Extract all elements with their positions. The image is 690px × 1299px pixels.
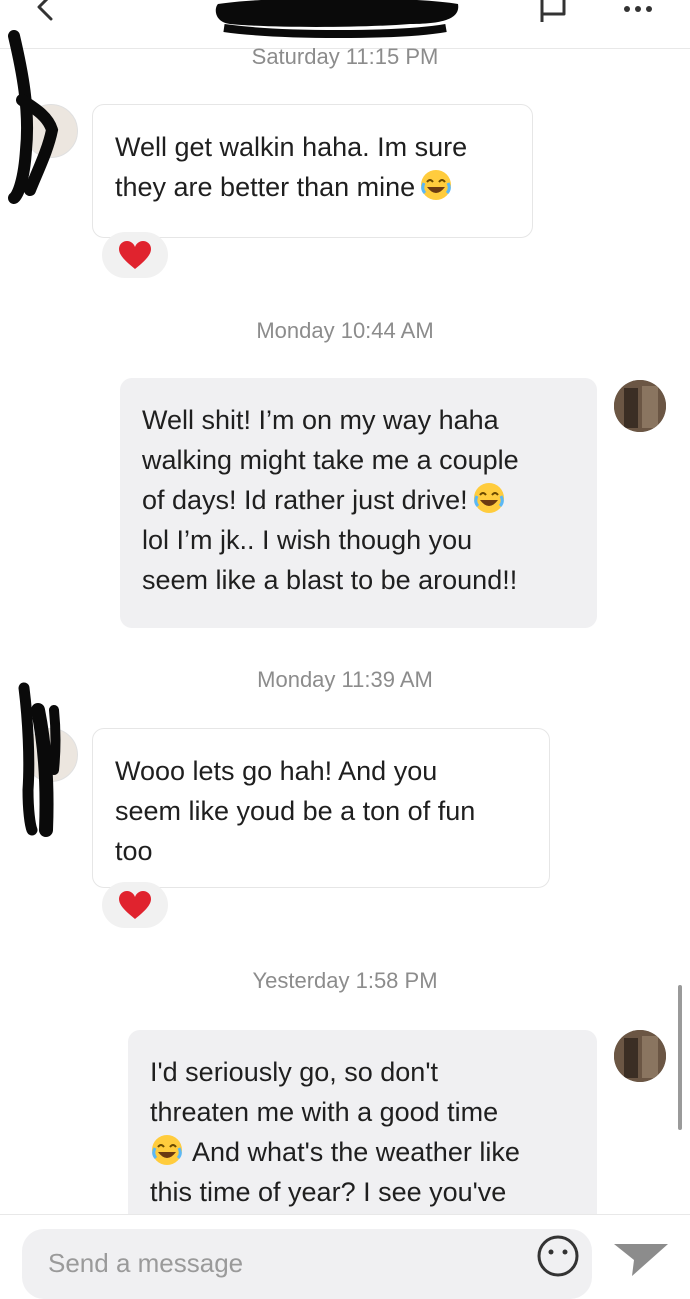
more-dots-icon — [624, 6, 630, 12]
message-bubble-outgoing[interactable]: I'd seriously go, so don't threaten me w… — [128, 1030, 597, 1230]
timestamp: Yesterday 1:58 PM — [252, 968, 438, 993]
message-composer — [0, 1214, 690, 1299]
avatar[interactable] — [614, 380, 666, 432]
joy-emoji — [473, 483, 504, 513]
joy-emoji — [421, 170, 452, 200]
message-text: too — [115, 836, 153, 866]
message-input-container[interactable] — [22, 1229, 592, 1299]
flag-icon — [540, 0, 566, 22]
timestamp: Monday 10:44 AM — [256, 318, 434, 343]
heart-emoji — [119, 891, 151, 919]
message-bubble-incoming[interactable]: Wooo lets go hah! And you seem like youd… — [92, 728, 550, 888]
scrollbar[interactable] — [678, 985, 682, 1130]
reaction-badge[interactable] — [102, 882, 168, 928]
message-bubble-outgoing[interactable]: Well shit! I’m on my way haha walking mi… — [120, 378, 597, 628]
message-text: Well get walkin haha. Im sure — [115, 132, 468, 162]
redacted-name-scribble — [215, 0, 459, 38]
message-text: seem like a blast to be around!! — [142, 565, 518, 595]
message-input[interactable] — [46, 1237, 530, 1289]
reaction-badge[interactable] — [102, 232, 168, 278]
message-text: they are better than mine — [115, 172, 416, 202]
back-button[interactable] — [30, 0, 60, 24]
profile-photo — [614, 1030, 666, 1082]
message-bubble-incoming[interactable]: Well get walkin haha. Im sure they are b… — [92, 104, 533, 238]
message-text: Well shit! I’m on my way haha — [142, 405, 499, 435]
send-icon[interactable] — [612, 1240, 670, 1280]
chevron-left-icon — [37, 0, 53, 21]
message-text: Wooo lets go hah! And you — [115, 756, 438, 786]
profile-photo — [614, 380, 666, 432]
message-text: threaten me with a good time — [150, 1097, 499, 1127]
redaction-scribble — [8, 30, 59, 204]
message-text: this time of year? I see you've — [150, 1177, 507, 1207]
heart-emoji — [119, 241, 151, 269]
chat-header — [0, 0, 690, 49]
smiley-icon[interactable] — [536, 1234, 580, 1278]
message-text: of days! Id rather just drive! — [142, 485, 468, 515]
message-text: And what's the weather like — [192, 1137, 520, 1167]
redaction-scribble — [18, 682, 61, 837]
timestamp: Monday 11:39 AM — [257, 667, 433, 692]
timestamp: Saturday 11:15 PM — [251, 44, 439, 69]
message-text: I'd seriously go, so don't — [150, 1057, 438, 1087]
message-text: seem like youd be a ton of fun — [115, 796, 476, 826]
avatar[interactable] — [614, 1030, 666, 1082]
report-button[interactable] — [536, 0, 576, 26]
message-text: walking might take me a couple — [142, 445, 519, 475]
more-options-button[interactable] — [618, 0, 658, 22]
joy-emoji — [152, 1135, 182, 1165]
message-text: lol I’m jk.. I wish though you — [142, 525, 473, 555]
